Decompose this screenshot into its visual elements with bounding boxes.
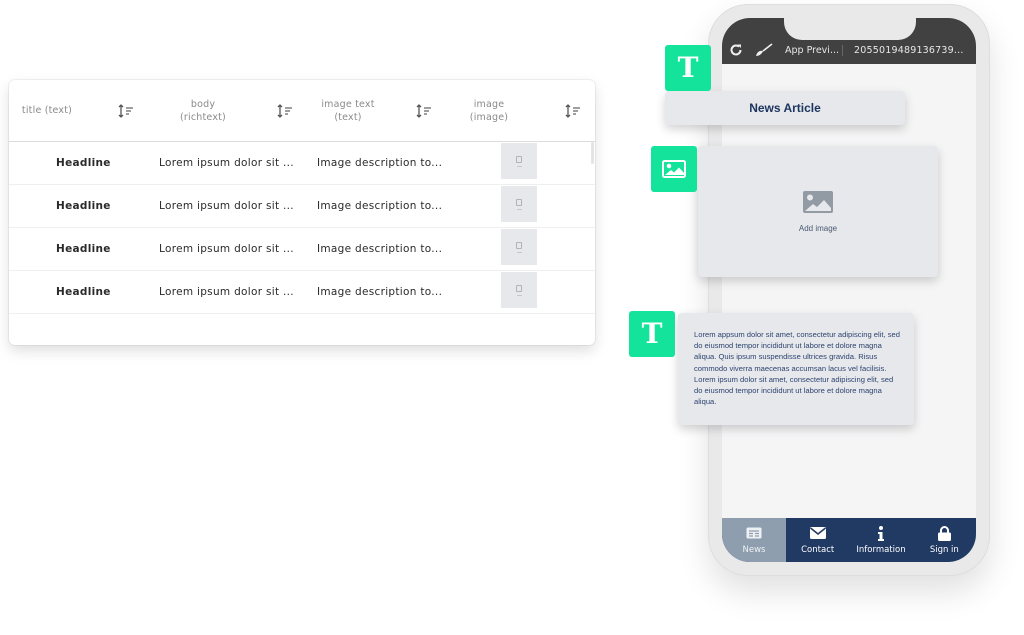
- cell-title: Headline: [56, 286, 111, 298]
- column-header-image[interactable]: image (image): [457, 80, 521, 141]
- news-article-title: News Article: [749, 101, 821, 115]
- image-placeholder-icon: [803, 190, 833, 217]
- app-name: App Previ...: [785, 44, 840, 56]
- sort-icon[interactable]: [564, 80, 582, 141]
- bottom-navbar: News Contact Information Sign in: [722, 518, 976, 562]
- envelope-icon: [809, 525, 826, 541]
- body-text-component[interactable]: Lorem appsum dolor sit amet, consectetur…: [678, 313, 914, 425]
- brush-icon[interactable]: [754, 42, 774, 58]
- app-preview-topbar: App Previ... 2055019489136739...: [722, 18, 976, 64]
- image-icon: [662, 160, 686, 178]
- nav-tab-information[interactable]: Information: [849, 518, 912, 562]
- title-component[interactable]: News Article: [665, 91, 905, 125]
- app-id: 2055019489136739...: [854, 44, 964, 56]
- lock-icon: [937, 525, 951, 541]
- image-thumbnail[interactable]: [501, 186, 537, 222]
- file-icon: [516, 284, 522, 292]
- info-icon: [877, 525, 885, 541]
- sort-icon[interactable]: [276, 80, 294, 141]
- topbar-divider: [842, 45, 843, 56]
- refresh-icon[interactable]: [729, 42, 743, 58]
- add-image-label: Add image: [798, 223, 838, 233]
- table-row[interactable]: Headline Lorem ipsum dolor sit ... Image…: [9, 142, 595, 185]
- body-text: Lorem appsum dolor sit amet, consectetur…: [694, 330, 900, 407]
- cell-image-text: Image description to...: [317, 157, 443, 169]
- phone-notch: [784, 18, 916, 40]
- table-header: title (text) body (richtext) image text …: [9, 80, 595, 142]
- cell-image-text: Image description to...: [317, 286, 443, 298]
- file-icon: [516, 155, 522, 163]
- image-component[interactable]: Add image: [698, 146, 938, 277]
- column-header-title[interactable]: title (text): [9, 80, 85, 141]
- table-row[interactable]: Headline Lorem ipsum dolor sit ... Image…: [9, 271, 595, 314]
- nav-tab-contact[interactable]: Contact: [786, 518, 849, 562]
- file-icon: [516, 241, 522, 249]
- cell-body: Lorem ipsum dolor sit ...: [159, 200, 294, 212]
- cell-title: Headline: [56, 200, 111, 212]
- file-icon: [516, 198, 522, 206]
- text-icon: T: [677, 51, 699, 84]
- table-scrollbar[interactable]: [591, 142, 594, 164]
- image-component-badge[interactable]: [651, 146, 697, 192]
- table-row[interactable]: Headline Lorem ipsum dolor sit ... Image…: [9, 228, 595, 271]
- cell-body: Lorem ipsum dolor sit ...: [159, 157, 294, 169]
- image-thumbnail[interactable]: [501, 143, 537, 179]
- data-table: title (text) body (richtext) image text …: [9, 80, 595, 345]
- sort-icon[interactable]: [117, 80, 135, 141]
- cell-title: Headline: [56, 157, 111, 169]
- nav-tab-news[interactable]: News: [722, 518, 786, 562]
- table-row[interactable]: Headline Lorem ipsum dolor sit ... Image…: [9, 185, 595, 228]
- text-icon: T: [641, 317, 663, 350]
- cell-body: Lorem ipsum dolor sit ...: [159, 243, 294, 255]
- text-component-badge[interactable]: T: [629, 311, 675, 357]
- image-thumbnail[interactable]: [501, 272, 537, 308]
- column-header-body[interactable]: body (richtext): [165, 80, 241, 141]
- image-thumbnail[interactable]: [501, 229, 537, 265]
- column-header-image-text[interactable]: image text (text): [309, 80, 387, 141]
- cell-image-text: Image description to...: [317, 200, 443, 212]
- nav-tab-sign-in[interactable]: Sign in: [913, 518, 976, 562]
- sort-icon[interactable]: [415, 80, 433, 141]
- cell-image-text: Image description to...: [317, 243, 443, 255]
- cell-body: Lorem ipsum dolor sit ...: [159, 286, 294, 298]
- news-icon: [746, 525, 762, 541]
- text-component-badge[interactable]: T: [665, 45, 711, 91]
- cell-title: Headline: [56, 243, 111, 255]
